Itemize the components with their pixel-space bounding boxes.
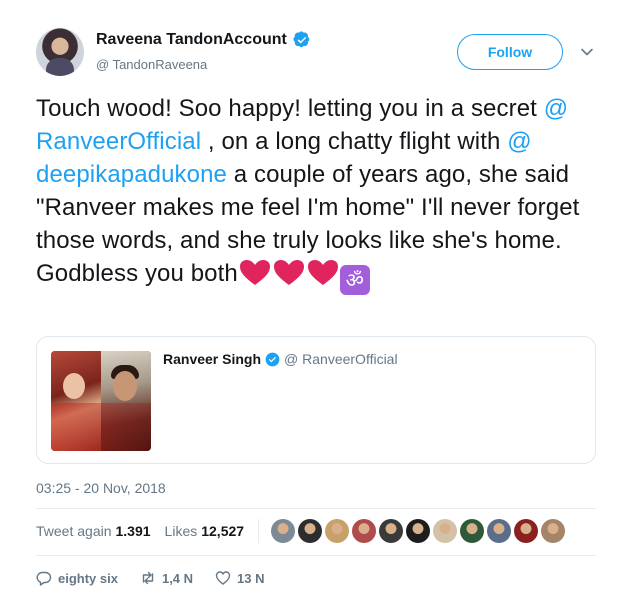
tweet-card: Raveena TandonAccount @ TandonRaveena Fo… bbox=[0, 0, 634, 610]
liker-avatar[interactable] bbox=[325, 519, 350, 543]
retweets-label: Tweet again bbox=[36, 523, 112, 539]
red-heart-icon bbox=[239, 260, 270, 285]
red-heart-icon bbox=[307, 260, 338, 285]
author-name-row[interactable]: Raveena TandonAccount bbox=[96, 31, 311, 49]
liker-avatar[interactable] bbox=[487, 519, 512, 543]
divider bbox=[36, 555, 596, 556]
like-count: 13 N bbox=[237, 570, 265, 586]
quoted-author-handle[interactable]: @ RanveerOfficial bbox=[284, 351, 398, 367]
red-heart-icon bbox=[273, 260, 304, 285]
likes-count: 12,527 bbox=[201, 523, 245, 539]
likes-stat[interactable]: Likes 12,527 bbox=[165, 523, 245, 539]
liker-avatar[interactable] bbox=[298, 519, 323, 543]
chevron-down-icon[interactable] bbox=[580, 45, 594, 59]
om-symbol-icon: ॐ bbox=[339, 265, 370, 295]
reply-icon bbox=[36, 571, 52, 586]
liker-avatars bbox=[271, 519, 566, 543]
liker-avatar[interactable] bbox=[433, 519, 458, 543]
quoted-tweet-image[interactable] bbox=[51, 351, 151, 451]
tweet-text: Touch wood! Soo happy! letting you in a … bbox=[36, 92, 596, 295]
liker-avatar[interactable] bbox=[541, 519, 566, 543]
divider bbox=[258, 519, 260, 543]
follow-button[interactable]: Follow bbox=[457, 34, 563, 70]
tweet-timestamp[interactable]: 03:25 - 20 Nov, 2018 bbox=[36, 480, 166, 496]
author-avatar[interactable] bbox=[36, 28, 84, 76]
reply-count: eighty six bbox=[58, 570, 118, 586]
quoted-tweet[interactable]: Ranveer Singh @ RanveerOfficial bbox=[36, 336, 596, 464]
verified-badge-icon bbox=[293, 31, 310, 48]
liker-avatar[interactable] bbox=[460, 519, 485, 543]
author-display-name[interactable]: Raveena TandonAccount bbox=[96, 31, 287, 49]
quoted-author-name[interactable]: Ranveer Singh bbox=[163, 351, 261, 367]
divider bbox=[36, 508, 596, 509]
retweet-count: 1,4 N bbox=[161, 570, 194, 586]
verified-badge-icon bbox=[265, 352, 280, 366]
like-action[interactable]: 13 N bbox=[215, 570, 265, 586]
tweet-text-part: , on a long chatty flight with bbox=[201, 128, 508, 155]
author-handle[interactable]: @ TandonRaveena bbox=[96, 57, 207, 72]
tweet-text-part: Touch wood! Soo happy! letting you in a … bbox=[36, 95, 544, 122]
liker-avatar[interactable] bbox=[271, 519, 296, 543]
liker-avatar[interactable] bbox=[352, 519, 377, 543]
tweet-stats: Tweet again 1.391 Likes 12,527 bbox=[36, 519, 566, 543]
liker-avatar[interactable] bbox=[406, 519, 431, 543]
retweet-action[interactable]: 1,4 N bbox=[140, 570, 193, 586]
heart-outline-icon bbox=[215, 571, 231, 585]
liker-avatar[interactable] bbox=[379, 519, 404, 543]
tweet-actions: eighty six 1,4 N 13 N bbox=[36, 570, 287, 586]
liker-avatar[interactable] bbox=[514, 519, 539, 543]
reply-action[interactable]: eighty six bbox=[36, 570, 118, 586]
retweet-icon bbox=[142, 571, 154, 585]
quoted-author-row[interactable]: Ranveer Singh @ RanveerOfficial bbox=[163, 351, 398, 367]
likes-label: Likes bbox=[164, 523, 198, 539]
retweets-count: 1.391 bbox=[115, 523, 151, 539]
retweets-stat[interactable]: Tweet again 1.391 bbox=[36, 523, 151, 539]
